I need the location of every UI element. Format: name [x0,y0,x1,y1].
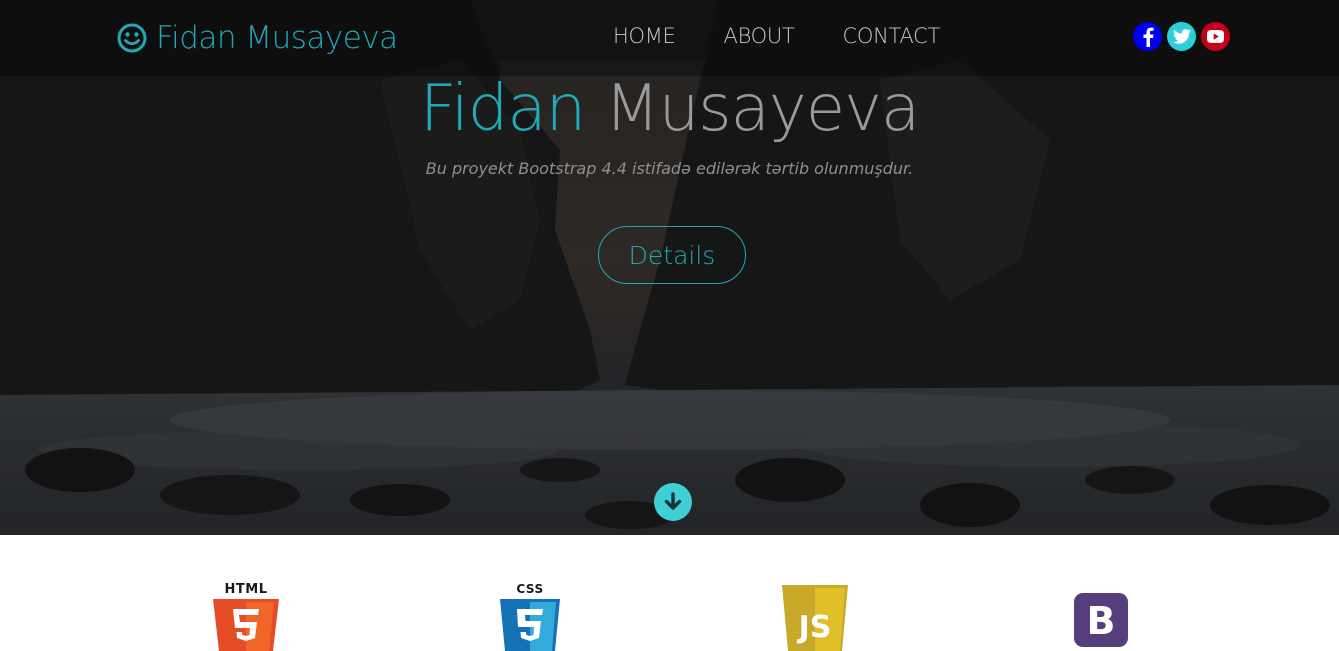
arrow-down-circle-icon [664,492,682,510]
smile-icon [117,23,147,53]
hero-section: Fidan Musayeva HOME ABOUT CONTACT Fidan … [0,0,1339,535]
social-links [1133,22,1230,51]
bootstrap-logo: B [1074,593,1128,647]
twitter-link[interactable] [1167,22,1196,51]
css3-logo: CSS [497,582,563,651]
html5-icon [213,599,279,651]
nav-home-link[interactable]: HOME [613,24,676,48]
top-navbar: Fidan Musayeva HOME ABOUT CONTACT [0,0,1339,76]
twitter-icon [1172,29,1191,44]
css3-icon [500,599,560,651]
brand-name: Fidan Musayeva [156,20,398,56]
details-button[interactable]: Details [598,226,746,284]
technologies-section: HTML CSS JS B [0,535,1339,651]
javascript-logo: JS [780,583,850,651]
bootstrap-logo-label: B [1087,599,1116,643]
facebook-icon [1143,27,1154,47]
nav-about-link[interactable]: ABOUT [724,24,795,48]
youtube-icon [1207,30,1224,43]
hero-title-first: Fidan [419,72,586,146]
hero-title-last: Musayeva [604,72,921,146]
youtube-link[interactable] [1201,22,1230,51]
hero-title: Fidan Musayeva [0,72,1339,146]
javascript-icon: JS [782,585,848,651]
hero-subtitle: Bu proyekt Bootstrap 4.4 istifadə edilər… [425,159,914,178]
javascript-logo-label: JS [797,610,832,645]
html5-logo: HTML [209,582,283,651]
bootstrap-icon: B [1074,593,1128,647]
facebook-link[interactable] [1133,22,1162,51]
scroll-down-button[interactable] [654,483,692,521]
nav-menu: HOME ABOUT CONTACT [613,24,940,48]
nav-contact-link[interactable]: CONTACT [843,24,941,48]
brand-link[interactable]: Fidan Musayeva [116,18,398,58]
